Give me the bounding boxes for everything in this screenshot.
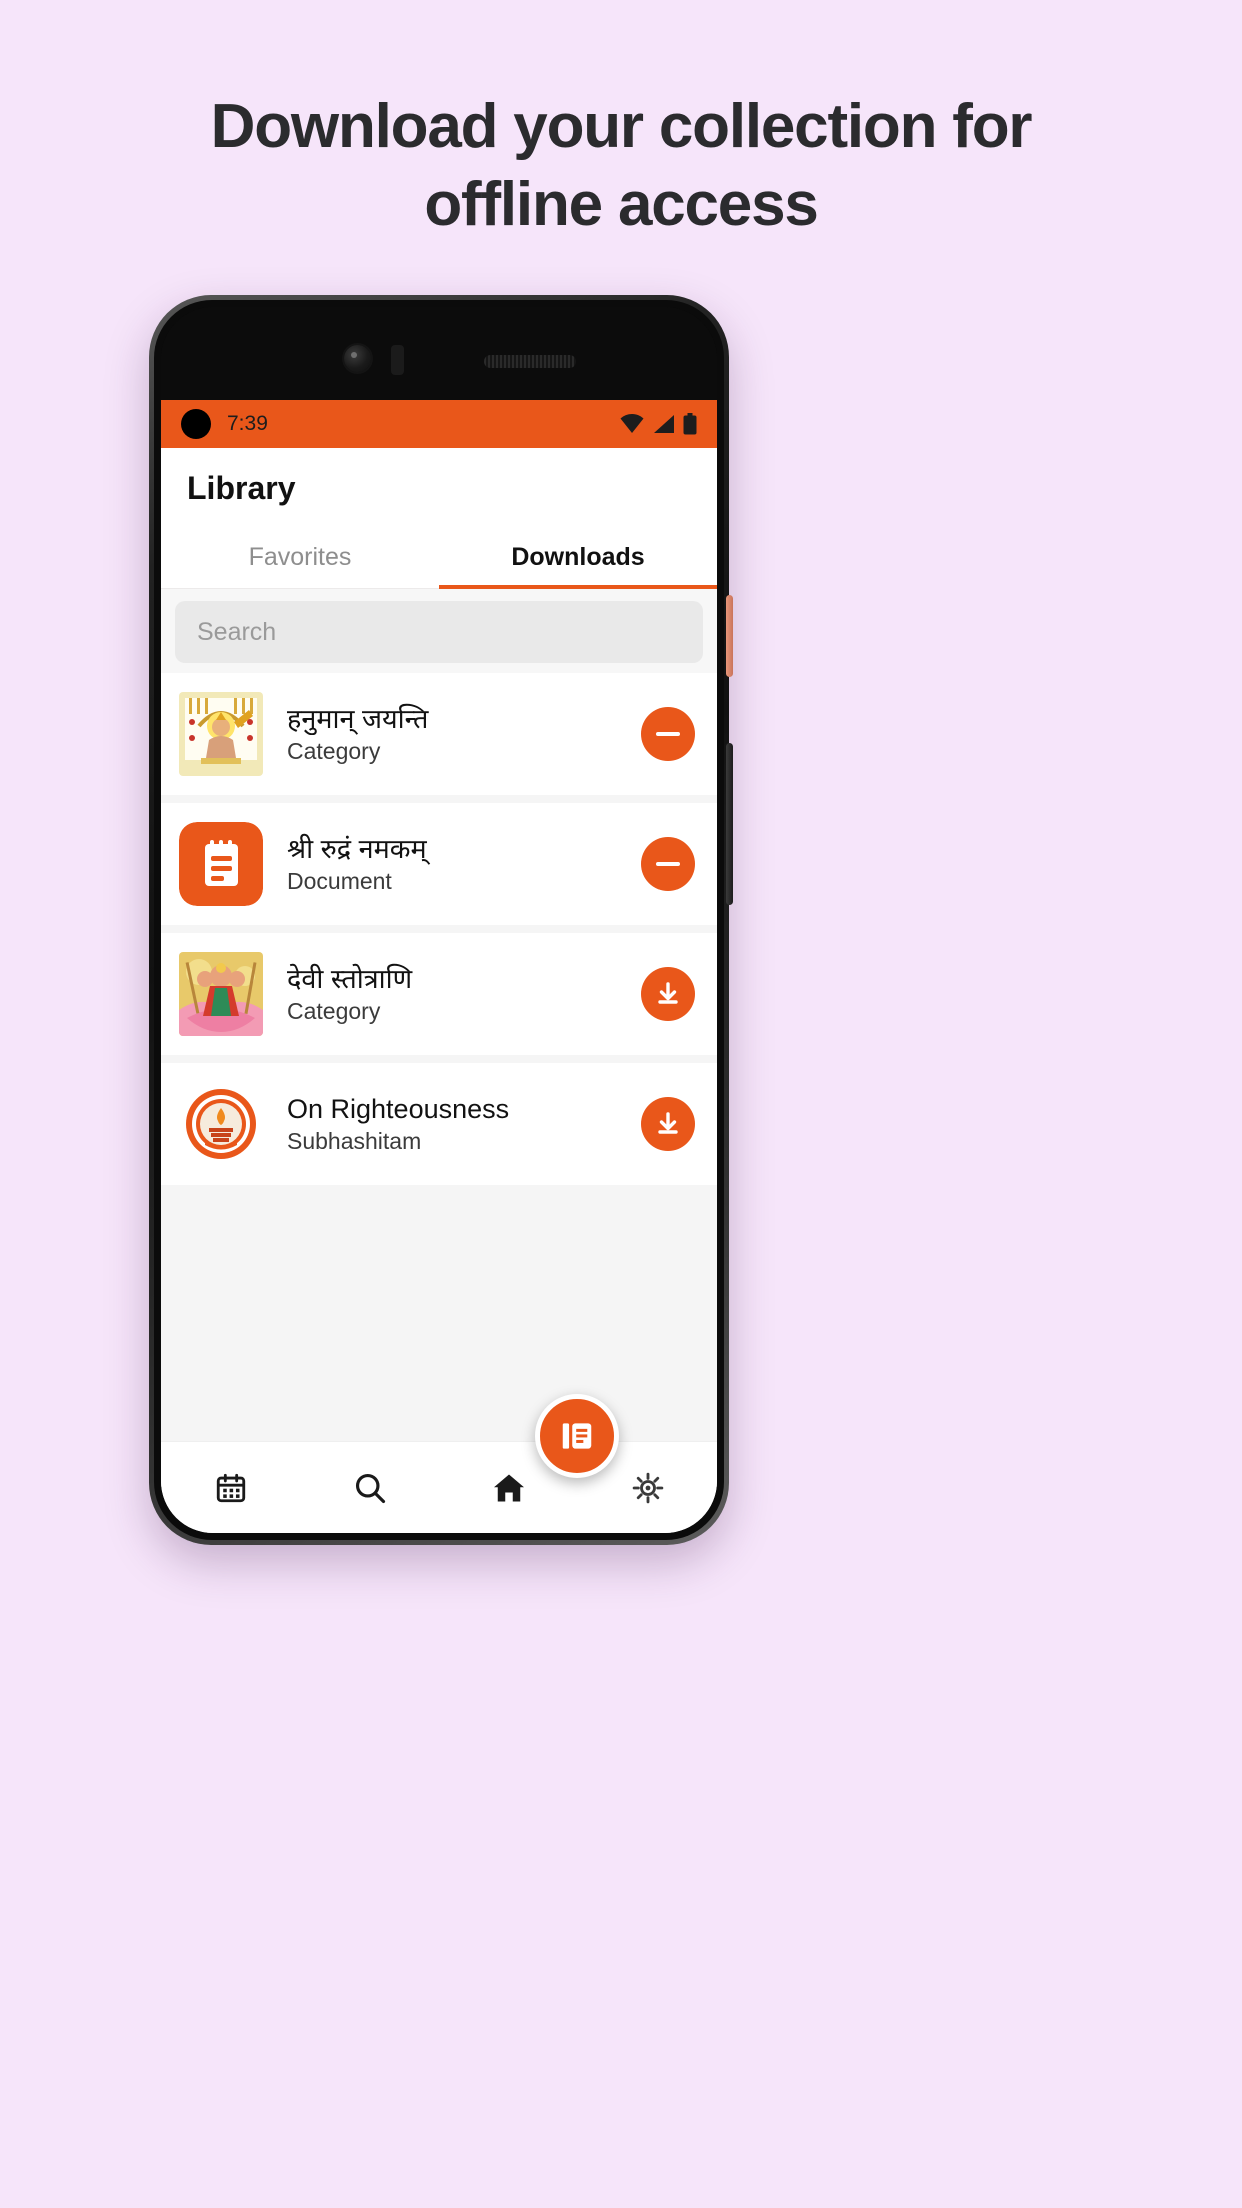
status-bar-icons: [619, 413, 697, 435]
status-bar: 7:39: [161, 400, 717, 448]
list-item-text: देवी स्तोत्राणि Category: [263, 963, 641, 1026]
remove-download-icon[interactable]: [641, 707, 695, 761]
nav-item-home[interactable]: [439, 1470, 578, 1506]
tab-bar: Favorites Downloads: [161, 525, 717, 589]
search-placeholder: Search: [197, 617, 277, 646]
list-item-text: हनुमान् जयन्ति Category: [263, 703, 641, 766]
list-item-title: On Righteousness: [287, 1093, 510, 1124]
volume-button[interactable]: [726, 743, 733, 905]
list-item-subtitle: Subhashitam: [287, 1128, 422, 1155]
list-item-text: श्री रुद्रं नमकम् Document: [263, 833, 641, 896]
home-icon: [493, 1474, 524, 1501]
minus-glyph: [656, 732, 680, 736]
document-icon: [179, 822, 263, 906]
list-item[interactable]: देवी स्तोत्राणि Category: [161, 933, 717, 1055]
signal-icon: [654, 415, 674, 433]
search-input[interactable]: Search: [175, 601, 703, 663]
app-body: Search हनुमान् जयन्ति Category श्री रुद्…: [161, 589, 717, 1441]
battery-icon: [683, 413, 697, 435]
phone-notch-area: [161, 307, 717, 400]
punch-hole-camera-icon: [181, 409, 211, 439]
documents-fab-button[interactable]: [535, 1394, 619, 1478]
list-empty-space: [161, 1193, 717, 1441]
front-camera-icon: [344, 345, 371, 372]
hanuman-image: [179, 692, 263, 776]
headline-line-1: Download your collection for: [210, 92, 1033, 161]
nav-item-calendar[interactable]: [161, 1471, 300, 1505]
earpiece-speaker-icon: [484, 355, 576, 368]
minus-glyph: [656, 862, 680, 866]
proximity-sensor-icon: [391, 345, 404, 375]
bottom-navigation: [161, 1394, 717, 1533]
tab-downloads[interactable]: Downloads: [439, 525, 717, 589]
list-item-subtitle: Document: [287, 868, 392, 895]
list-item[interactable]: हनुमान् जयन्ति Category: [161, 673, 717, 795]
list-item-title: श्री रुद्रं नमकम्: [287, 833, 427, 864]
phone-bezel: 7:39 Library Favorites Downloads Search …: [154, 300, 724, 1540]
phone-screen: 7:39 Library Favorites Downloads Search …: [161, 307, 717, 1533]
list-item-text: On Righteousness Subhashitam: [263, 1093, 641, 1156]
power-button[interactable]: [726, 595, 733, 677]
list-item[interactable]: On Righteousness Subhashitam: [161, 1063, 717, 1185]
status-bar-time: 7:39: [227, 412, 268, 435]
remove-download-icon[interactable]: [641, 837, 695, 891]
calendar-icon: [216, 1473, 245, 1502]
download-icon[interactable]: [641, 967, 695, 1021]
app-header: Library: [161, 448, 717, 525]
download-icon[interactable]: [641, 1097, 695, 1151]
nav-item-settings[interactable]: [578, 1471, 717, 1505]
documents-icon: [562, 1423, 592, 1449]
headline-line-2: offline access: [424, 170, 818, 239]
lamp-emblem-image: [179, 1082, 263, 1166]
search-icon: [355, 1473, 385, 1503]
list-item-subtitle: Category: [287, 998, 381, 1025]
app-title: Library: [187, 470, 296, 506]
settings-gear-icon: [632, 1472, 663, 1503]
list-item[interactable]: श्री रुद्रं नमकम् Document: [161, 803, 717, 925]
wifi-icon: [620, 414, 644, 433]
app-window: 7:39 Library Favorites Downloads Search …: [161, 400, 717, 1533]
phone-mockup: 7:39 Library Favorites Downloads Search …: [149, 295, 733, 1545]
downloads-list: हनुमान् जयन्ति Category श्री रुद्रं नमकम…: [161, 673, 717, 1193]
devi-image: [179, 952, 263, 1036]
search-container: Search: [161, 589, 717, 673]
list-item-title: हनुमान् जयन्ति: [287, 703, 429, 734]
page-title: Download your collection for offline acc…: [0, 96, 1242, 236]
list-item-title: देवी स्तोत्राणि: [287, 963, 413, 994]
nav-item-search[interactable]: [300, 1470, 439, 1506]
promo-page: Download your collection for offline acc…: [0, 0, 1242, 2208]
download-arrow-glyph: [658, 1112, 678, 1134]
download-arrow-glyph: [658, 982, 678, 1004]
tab-favorites[interactable]: Favorites: [161, 525, 439, 588]
list-item-subtitle: Category: [287, 738, 381, 765]
